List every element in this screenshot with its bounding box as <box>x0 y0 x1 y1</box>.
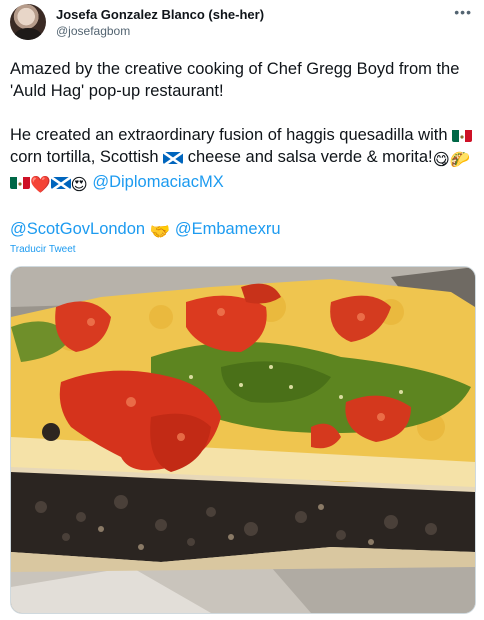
tweet-paragraph-2: He created an extraordinary fusion of ha… <box>10 124 476 196</box>
mexico-flag-icon <box>452 128 473 142</box>
more-horizontal-icon[interactable]: ••• <box>454 4 472 20</box>
handshake-icon: 🤝 <box>149 223 171 241</box>
tweet-text: Amazed by the creative cooking of Chef G… <box>10 58 476 196</box>
author-display-name[interactable]: Josefa Gonzalez Blanco (she-her) <box>56 7 264 22</box>
tweet-text-segment: corn tortilla, Scottish <box>10 148 164 166</box>
scotland-flag-icon <box>163 150 184 164</box>
mexico-flag-icon <box>10 175 30 189</box>
heart-eyes-face-icon: 😍 <box>70 176 88 194</box>
tweet-text-segment: He created an extraordinary fusion of ha… <box>10 126 453 144</box>
quesadilla-photo-image <box>11 267 475 613</box>
mention-embamexru[interactable]: @Embamexru <box>175 220 281 238</box>
yum-face-icon: 😋 <box>432 151 450 169</box>
tweet-text-segment: cheese and salsa verde & morita! <box>183 148 433 166</box>
scotland-flag-icon <box>50 175 71 189</box>
red-heart-icon: ❤️ <box>30 176 51 194</box>
author-handle[interactable]: @josefagbom <box>56 24 130 38</box>
tweet-photo[interactable] <box>10 266 476 614</box>
mention-scotgovlondon[interactable]: @ScotGovLondon <box>10 220 145 238</box>
avatar[interactable] <box>10 4 46 40</box>
tweet-mentions-line: @ScotGovLondon 🤝 @Embamexru <box>10 218 281 243</box>
mention-diplomaciacmx[interactable]: @DiplomaciacMX <box>92 173 223 191</box>
tweet-paragraph-1: Amazed by the creative cooking of Chef G… <box>10 60 460 100</box>
translate-tweet-link[interactable]: Traducir Tweet <box>10 244 76 255</box>
tweet-header: Josefa Gonzalez Blanco (she-her) @josefa… <box>0 0 484 48</box>
taco-icon: 🌮 <box>449 151 471 169</box>
